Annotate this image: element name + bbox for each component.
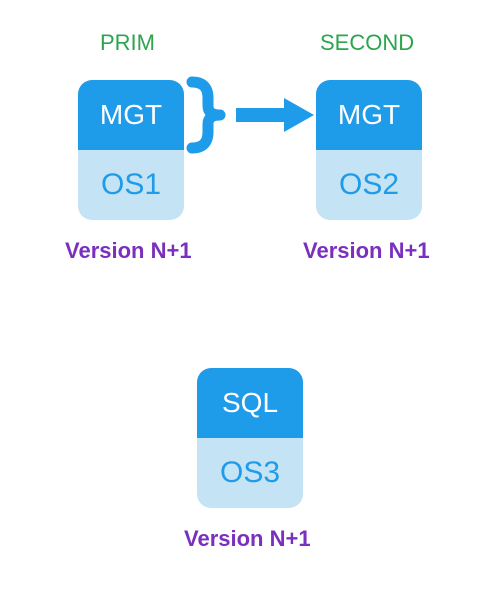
box-primary-top: MGT [78, 80, 184, 150]
box-sql-top: SQL [197, 368, 303, 438]
role-label-primary: PRIM [100, 30, 155, 56]
version-label-secondary: Version N+1 [303, 238, 430, 264]
box-primary-bottom: OS1 [78, 150, 184, 220]
box-secondary-bottom: OS2 [316, 150, 422, 220]
version-label-primary: Version N+1 [65, 238, 192, 264]
version-label-sql: Version N+1 [184, 526, 311, 552]
role-label-secondary: SECOND [320, 30, 414, 56]
box-primary: MGT OS1 [78, 80, 184, 220]
box-secondary-top: MGT [316, 80, 422, 150]
box-sql: SQL OS3 [197, 368, 303, 508]
box-secondary: MGT OS2 [316, 80, 422, 220]
brace-arrow-icon [184, 70, 316, 160]
box-sql-bottom: OS3 [197, 438, 303, 508]
